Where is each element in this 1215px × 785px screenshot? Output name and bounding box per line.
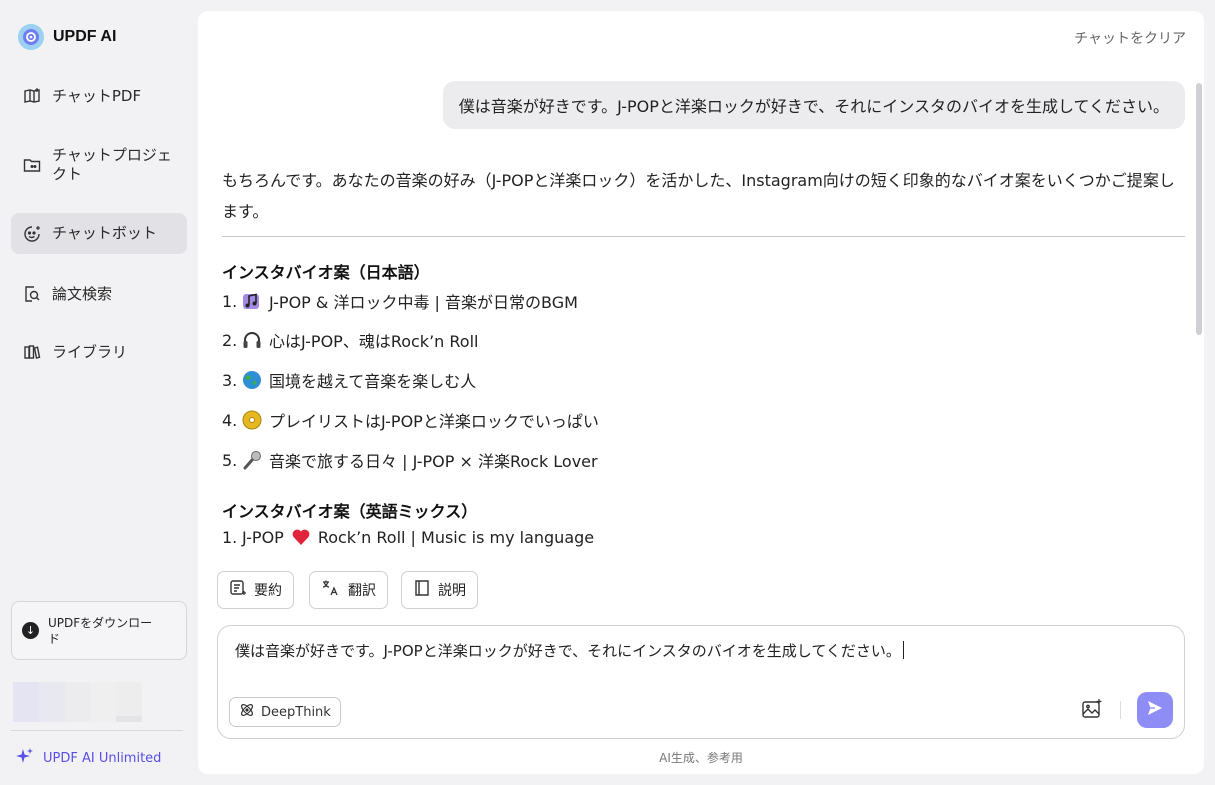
deepthink-toggle[interactable]: DeepThink bbox=[229, 697, 341, 727]
list-number: 1. bbox=[222, 527, 238, 547]
text-caret bbox=[902, 641, 904, 659]
download-updf-button[interactable]: ↓ UPDFをダウンロード bbox=[11, 601, 187, 660]
avatar[interactable] bbox=[13, 682, 142, 722]
input-divider bbox=[1120, 701, 1121, 719]
chat-pdf-icon bbox=[22, 86, 42, 106]
send-button[interactable] bbox=[1137, 692, 1173, 728]
sidebar-divider bbox=[11, 730, 183, 731]
list-number: 4. bbox=[222, 410, 238, 430]
library-icon bbox=[22, 342, 42, 362]
sidebar-item-label: チャットボット bbox=[52, 224, 157, 242]
section-title-english-mix: インスタバイオ案（英語ミックス） bbox=[222, 502, 478, 521]
list-item: 3. 国境を越えて音楽を楽しむ人 bbox=[222, 368, 476, 392]
list-item-text: 音楽で旅する日々 | J-POP × 洋楽Rock Lover bbox=[269, 452, 598, 471]
sidebar-item-chat-pdf[interactable]: チャットPDF bbox=[11, 78, 187, 114]
music-notes-emoji-icon bbox=[242, 291, 262, 311]
answer-divider bbox=[222, 236, 1185, 237]
heart-emoji-icon bbox=[291, 527, 311, 547]
chat-input[interactable]: 僕は音楽が好きです。J-POPと洋楽ロックが好きで、それにインスタのバイオを生成… bbox=[235, 640, 904, 661]
sidebar-item-label: ライブラリ bbox=[52, 342, 128, 361]
list-item-text: 国境を越えて音楽を楽しむ人 bbox=[269, 372, 477, 391]
globe-emoji-icon bbox=[242, 370, 262, 390]
list-item: 5. 音楽で旅する日々 | J-POP × 洋楽Rock Lover bbox=[222, 448, 598, 472]
headphones-emoji-icon bbox=[242, 330, 262, 350]
updf-logo-icon bbox=[18, 24, 44, 50]
list-item-text: J-POP & 洋ロック中毒 | 音楽が日常のBGM bbox=[269, 293, 578, 312]
microphone-emoji-icon bbox=[242, 450, 262, 470]
list-item: 1. J-POP & 洋ロック中毒 | 音楽が日常のBGM bbox=[222, 289, 578, 313]
sparkle-icon bbox=[16, 747, 34, 769]
atom-icon bbox=[239, 702, 255, 722]
list-number: 2. bbox=[222, 330, 238, 350]
list-item-text: プレイリストはJ-POPと洋楽ロックでいっぱい bbox=[269, 412, 599, 431]
sidebar-item-chat-project[interactable]: チャットプロジェクト bbox=[11, 142, 187, 188]
user-message-bubble: 僕は音楽が好きです。J-POPと洋楽ロックが好きで、それにインスタのバイオを生成… bbox=[442, 81, 1185, 129]
send-icon bbox=[1146, 699, 1164, 721]
ai-disclaimer: AI生成、参考用 bbox=[659, 751, 743, 765]
list-item-text: Rock’n Roll | Music is my language bbox=[317, 527, 595, 547]
updf-ai-unlimited-link[interactable]: UPDF AI Unlimited bbox=[16, 747, 161, 769]
app-name: UPDF AI bbox=[53, 28, 117, 45]
sidebar-item-label: 論文検索 bbox=[52, 284, 113, 303]
deepthink-label: DeepThink bbox=[261, 704, 331, 720]
brand[interactable]: UPDF AI bbox=[18, 24, 116, 50]
download-icon: ↓ bbox=[22, 622, 39, 639]
list-item: 1. J-POP Rock’n Roll | Music is my langu… bbox=[222, 527, 594, 547]
cd-emoji-icon bbox=[242, 410, 262, 430]
summarize-button[interactable]: 要約 bbox=[217, 571, 294, 609]
assistant-intro: もちろんです。あなたの音楽の好み（J-POPと洋楽ロック）を活かした、Insta… bbox=[222, 171, 1175, 221]
chat-input-box[interactable]: 僕は音楽が好きです。J-POPと洋楽ロックが好きで、それにインスタのバイオを生成… bbox=[217, 625, 1185, 739]
chat-panel: チャットをクリア 僕は音楽が好きです。J-POPと洋楽ロックが好きで、それにイン… bbox=[198, 11, 1204, 774]
list-item: 4. プレイリストはJ-POPと洋楽ロックでいっぱい bbox=[222, 408, 599, 432]
chat-scrollbar[interactable] bbox=[1196, 83, 1202, 335]
list-number: 1. bbox=[222, 291, 238, 311]
section-title-japanese: インスタバイオ案（日本語） bbox=[222, 263, 430, 282]
list-number: 5. bbox=[222, 450, 238, 470]
list-item-text: J-POP bbox=[242, 527, 284, 547]
folder-chat-icon bbox=[22, 155, 42, 175]
translate-icon bbox=[321, 579, 341, 601]
action-label: 説明 bbox=[438, 583, 466, 599]
explain-button[interactable]: 説明 bbox=[401, 571, 478, 609]
action-label: 要約 bbox=[254, 583, 282, 599]
sidebar: UPDF AI チャットPDF チャットプロジェクト チャットボット 論文検索 … bbox=[0, 0, 198, 785]
sidebar-item-library[interactable]: ライブラリ bbox=[11, 334, 187, 370]
unlimited-label: UPDF AI Unlimited bbox=[43, 750, 162, 766]
action-label: 翻訳 bbox=[348, 583, 376, 599]
list-item-text: 心はJ-POP、魂はRock’n Roll bbox=[269, 332, 479, 351]
sidebar-item-chatbot[interactable]: チャットボット bbox=[11, 213, 187, 254]
clear-chat-button[interactable]: チャットをクリア bbox=[1074, 28, 1186, 48]
download-label: UPDFをダウンロード bbox=[48, 615, 153, 646]
paper-search-icon bbox=[22, 284, 42, 304]
translate-button[interactable]: 翻訳 bbox=[309, 571, 388, 609]
list-number: 3. bbox=[222, 370, 238, 390]
image-upload-icon[interactable] bbox=[1081, 698, 1103, 720]
explain-icon bbox=[413, 579, 431, 601]
assistant-message: もちろんです。あなたの音楽の好み（J-POPと洋楽ロック）を活かした、Insta… bbox=[222, 165, 1185, 547]
sidebar-item-label: チャットプロジェクト bbox=[52, 146, 172, 183]
sidebar-item-label: チャットPDF bbox=[52, 86, 142, 105]
sidebar-item-paper-search[interactable]: 論文検索 bbox=[11, 276, 187, 312]
chat-input-value: 僕は音楽が好きです。J-POPと洋楽ロックが好きで、それにインスタのバイオを生成… bbox=[235, 642, 901, 660]
list-item: 2. 心はJ-POP、魂はRock’n Roll bbox=[222, 328, 478, 352]
summarize-icon bbox=[229, 579, 247, 601]
chatbot-icon bbox=[22, 224, 42, 244]
